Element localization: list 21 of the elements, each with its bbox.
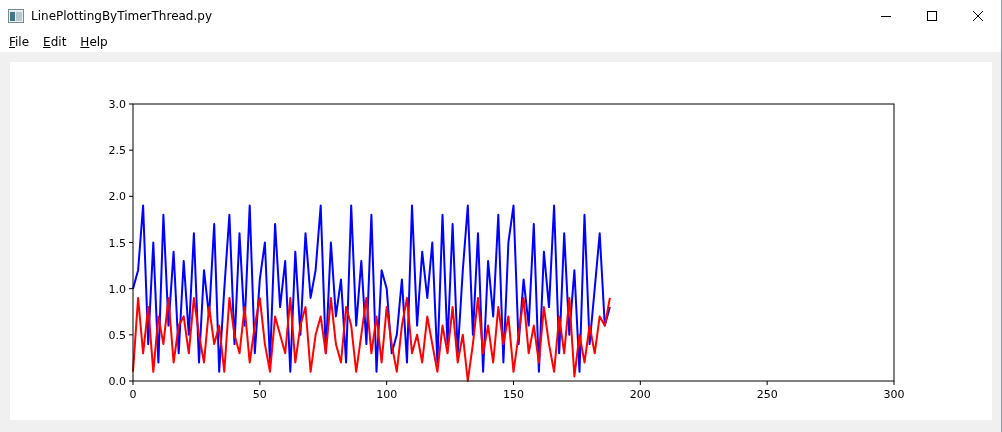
axis-tick-label: 300 bbox=[883, 388, 905, 401]
axis-tick-label: 250 bbox=[756, 388, 778, 401]
maximize-icon bbox=[927, 10, 937, 21]
axis-tick-label: 2.0 bbox=[108, 190, 126, 204]
axis-tick-label: 0 bbox=[129, 388, 137, 401]
app-icon bbox=[8, 8, 24, 23]
axis-tick-label: 3.0 bbox=[108, 98, 126, 111]
axis-tick-label: 50 bbox=[252, 388, 267, 401]
axis-tick-label: 0.5 bbox=[108, 328, 126, 342]
window-title: LinePlottingByTimerThread.py bbox=[31, 8, 213, 23]
menu-item[interactable]: File bbox=[2, 34, 37, 49]
axis-tick-label: 2.5 bbox=[108, 144, 126, 158]
axis-tick-label: 200 bbox=[629, 388, 651, 401]
axis-tick-label: 1.5 bbox=[108, 236, 126, 250]
close-icon bbox=[973, 10, 983, 21]
axis-tick-label: 100 bbox=[376, 388, 398, 401]
axis-tick-label: 150 bbox=[503, 388, 524, 401]
axis-tick-label: 0.0 bbox=[108, 375, 126, 388]
menu-item[interactable]: Help bbox=[73, 34, 115, 49]
axis-tick-label: 1.0 bbox=[108, 282, 126, 296]
menu-item[interactable]: Edit bbox=[36, 34, 74, 49]
